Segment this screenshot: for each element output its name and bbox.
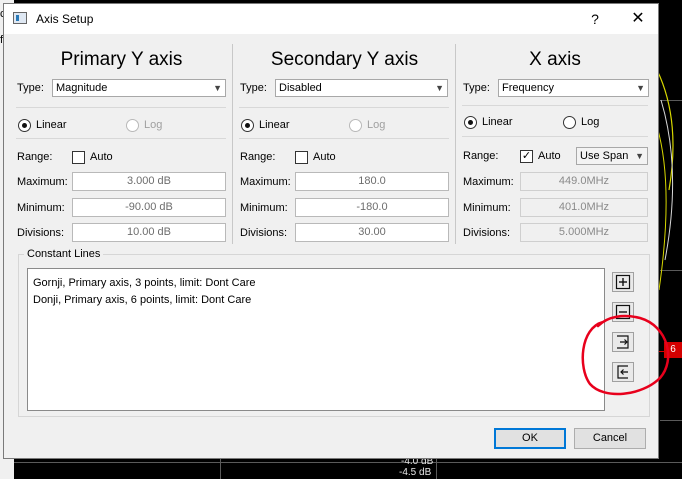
annotation-circle: [581, 314, 670, 396]
